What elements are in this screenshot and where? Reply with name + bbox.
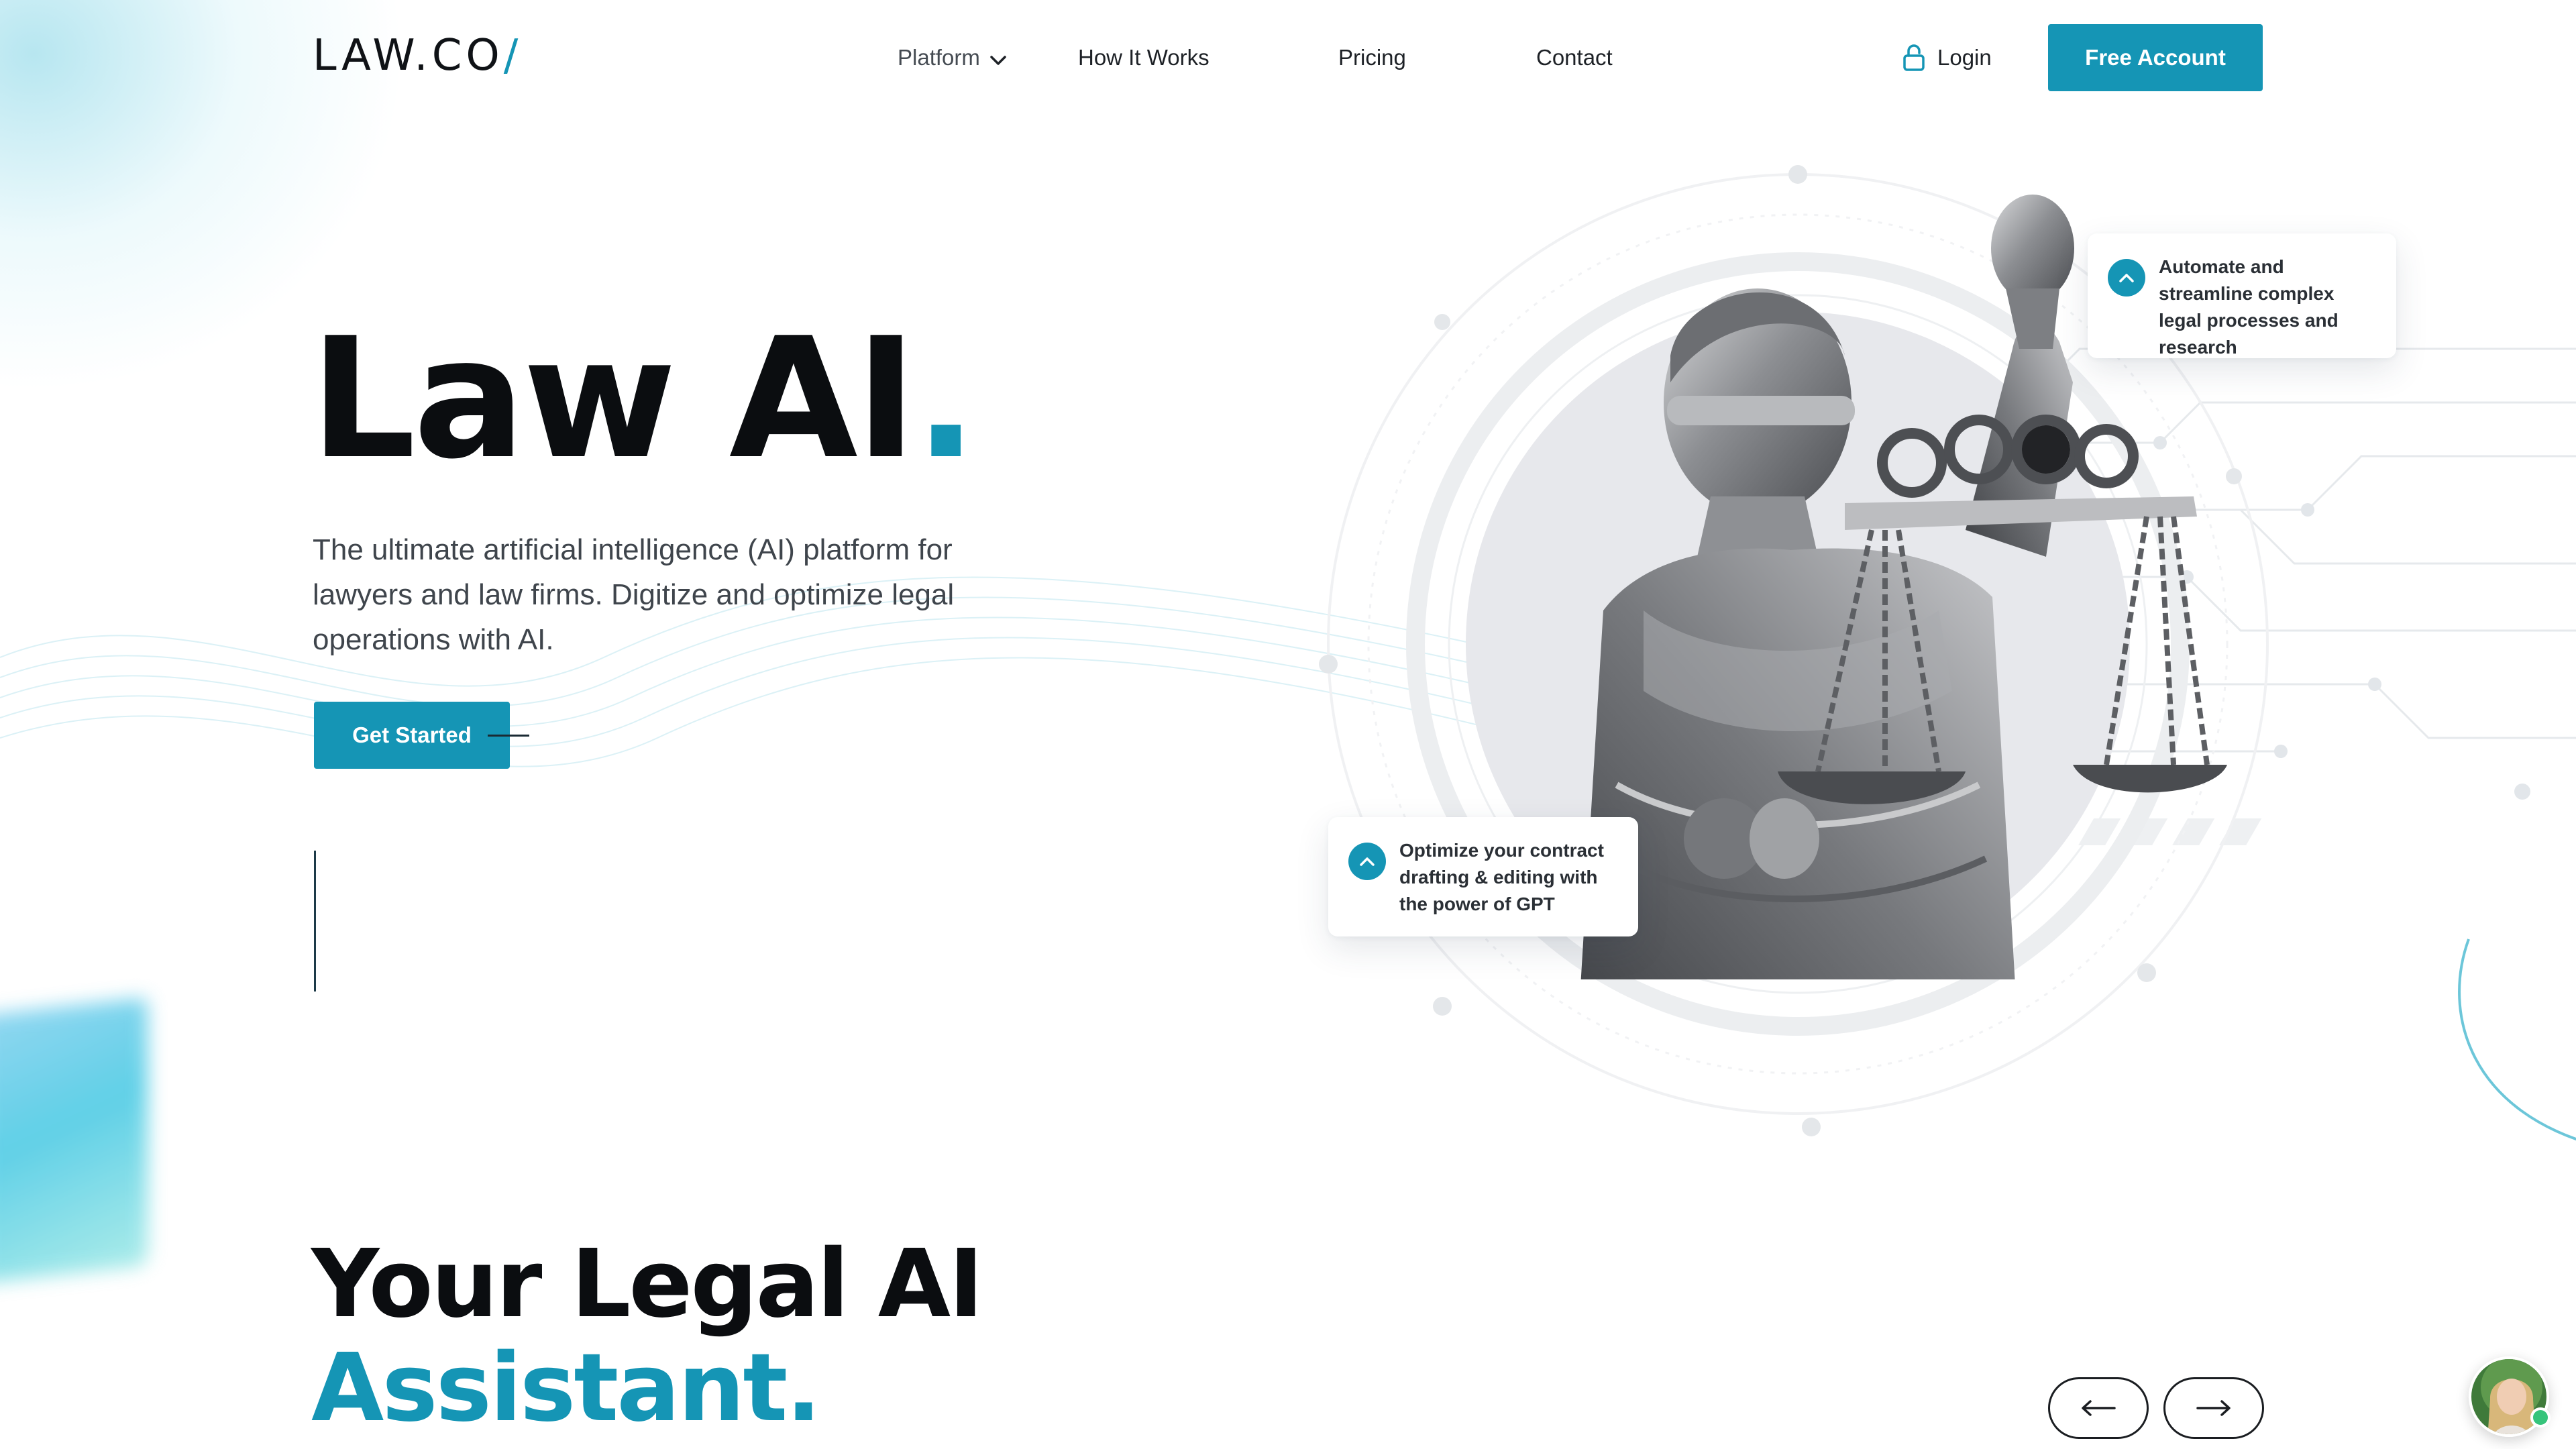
nav-platform[interactable]: Platform (898, 42, 1007, 74)
feature-card-automate: Automate and streamline complex legal pr… (2088, 233, 2396, 358)
arrow-right-icon (2196, 1400, 2231, 1416)
chevron-down-icon (989, 43, 1007, 75)
nav-platform-label: Platform (898, 45, 980, 70)
nav-contact[interactable]: Contact (1536, 42, 1613, 74)
chevron-up-icon (2108, 259, 2145, 297)
section-title-line1: Your Legal AI (311, 1230, 983, 1339)
logo-text: LAW.CO (313, 31, 504, 80)
feature-card-text: Automate and streamline complex legal pr… (2159, 256, 2339, 358)
hero-title-text: Law AI (310, 303, 917, 496)
background-cube-decoration (0, 997, 148, 1284)
carousel-next-button[interactable] (2163, 1377, 2264, 1439)
logo-slash: / (503, 31, 523, 80)
login-label: Login (1937, 45, 1992, 70)
arc-decoration (2458, 938, 2576, 1140)
nav-how-it-works[interactable]: How It Works (1078, 42, 1210, 74)
login-link[interactable]: Login (1902, 40, 1992, 75)
hero-title-dot: . (914, 303, 977, 496)
nav-pricing[interactable]: Pricing (1338, 42, 1406, 74)
chevron-up-icon (1348, 843, 1386, 880)
cta-line-decoration (488, 735, 529, 737)
logo[interactable]: LAW.CO/ (313, 34, 522, 77)
get-started-button[interactable]: Get Started (314, 702, 510, 769)
online-status-dot (2530, 1407, 2551, 1428)
carousel-prev-button[interactable] (2048, 1377, 2149, 1439)
feature-card-contract: Optimize your contract drafting & editin… (1328, 817, 1638, 936)
hero-title: Law AI. (310, 312, 977, 486)
arrow-left-icon (2082, 1400, 2116, 1416)
section-title-line2: Assistant. (311, 1334, 821, 1443)
feature-card-text: Optimize your contract drafting & editin… (1399, 840, 1604, 914)
hero-description: The ultimate artificial intelligence (AI… (313, 533, 955, 656)
free-account-button[interactable]: Free Account (2048, 24, 2263, 91)
lock-icon (1903, 44, 1925, 71)
page: LAW.CO/ Platform How It Works Pricing Co… (0, 0, 2576, 1449)
vertical-line-decoration (314, 851, 316, 991)
